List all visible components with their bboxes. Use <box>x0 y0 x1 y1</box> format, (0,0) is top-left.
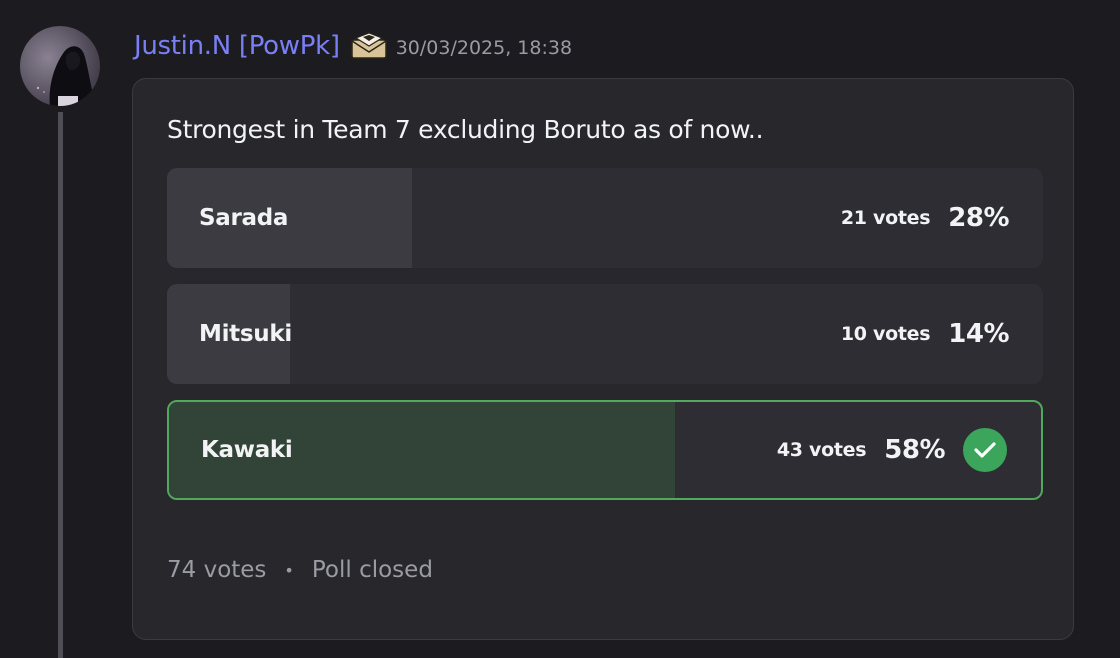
poll-question: Strongest in Team 7 excluding Boruto as … <box>167 115 764 144</box>
poll-answer-label: Kawaki <box>201 437 293 463</box>
poll-answer-percent: 14% <box>948 319 1009 349</box>
username[interactable]: Justin.N [PowPk] <box>134 31 340 61</box>
poll-answer-stats: 10 votes 14% <box>840 284 1010 384</box>
message-header: Justin.N [PowPk] 30/03/2025, 18:38 <box>134 26 572 66</box>
poll-card: Strongest in Team 7 excluding Boruto as … <box>132 78 1074 640</box>
poll-answer-votes: 10 votes <box>840 323 931 345</box>
envelope-badge-icon[interactable] <box>350 32 388 60</box>
poll-answer-votes: 43 votes <box>776 439 867 461</box>
poll-answer-kawaki[interactable]: Kawaki 43 votes 58% <box>167 400 1043 500</box>
poll-answer-percent: 28% <box>948 203 1009 233</box>
poll-answer-label: Mitsuki <box>199 321 292 347</box>
poll-answer-votes: 21 votes <box>840 207 931 229</box>
poll-answer-stats: 21 votes 28% <box>840 168 1010 268</box>
poll-answer-stats: 43 votes 58% <box>777 402 1007 498</box>
poll-answer-mitsuki[interactable]: Mitsuki 10 votes 14% <box>167 284 1043 384</box>
chat-view: Justin.N [PowPk] 30/03/2025, 18:38 Stron… <box>0 0 1120 658</box>
poll-status: Poll closed <box>311 557 433 583</box>
checkmark-icon <box>963 428 1007 472</box>
poll-total-votes[interactable]: 74 votes <box>167 557 266 583</box>
poll-footer: 74 votes • Poll closed <box>167 557 433 583</box>
poll-answer-sarada[interactable]: Sarada 21 votes 28% <box>167 168 1043 268</box>
poll-answer-percent: 58% <box>884 435 945 465</box>
poll-answer-label: Sarada <box>199 205 289 231</box>
timestamp: 30/03/2025, 18:38 <box>395 37 573 59</box>
thread-line <box>58 112 63 658</box>
footer-separator: • <box>284 560 294 580</box>
avatar[interactable] <box>20 26 100 106</box>
